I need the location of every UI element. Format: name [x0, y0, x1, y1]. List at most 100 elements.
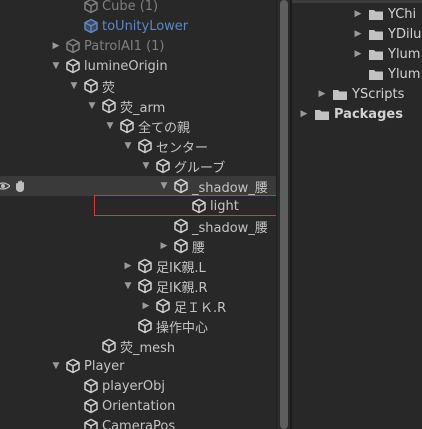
cube-icon — [83, 418, 99, 429]
foldout-collapsed-icon[interactable]: ▶ — [352, 29, 364, 39]
hierarchy-row-label: _shadow_腰 — [192, 180, 268, 196]
hierarchy-row[interactable]: light — [0, 195, 276, 216]
project-folder-label: YScripts — [352, 86, 405, 102]
project-toolbar-edge — [292, 0, 422, 3]
hierarchy-row[interactable]: ▼ グルーブ — [0, 156, 276, 176]
project-folder-row[interactable]: Ylum — [352, 64, 420, 84]
hierarchy-row-label: 操作中心 — [156, 320, 209, 336]
project-folder-row[interactable]: ▶ YChi — [352, 4, 417, 24]
hierarchy-row[interactable]: ▶ 腰 — [0, 236, 276, 256]
cube-icon — [83, 78, 99, 94]
foldout-expanded-icon[interactable]: ▼ — [122, 141, 134, 151]
hierarchy-row[interactable]: ▶ PatrolAI1 (1) — [0, 36, 276, 56]
foldout-expanded-icon[interactable]: ▼ — [104, 121, 116, 131]
foldout-expanded-icon[interactable]: ▼ — [86, 101, 98, 111]
cube-icon — [137, 318, 153, 334]
cube-icon — [101, 338, 117, 354]
prefab-cube-icon — [83, 18, 99, 34]
foldout-collapsed-icon[interactable]: ▶ — [298, 109, 310, 119]
pickable-hand-icon[interactable] — [14, 179, 26, 193]
cube-icon — [83, 0, 99, 14]
folder-icon — [368, 68, 384, 81]
project-folder-row[interactable]: ▶ Ylum — [352, 44, 421, 64]
cube-icon — [191, 198, 207, 214]
hierarchy-row-label: PatrolAI1 (1) — [84, 38, 165, 54]
foldout-collapsed-icon[interactable]: ▶ — [122, 261, 134, 271]
project-folder-label: Ylum — [388, 66, 421, 82]
cube-icon — [137, 138, 153, 154]
hierarchy-row-label: 足ＩＫ.R — [174, 300, 227, 316]
cube-icon — [83, 398, 99, 414]
hierarchy-row[interactable]: ▼ 全ての親 — [0, 116, 276, 136]
hierarchy-row[interactable]: Orientation — [0, 396, 276, 416]
hierarchy-row[interactable]: ▶ 足ＩＫ.R — [0, 296, 276, 316]
cube-icon — [119, 118, 135, 134]
cube-icon — [155, 298, 171, 314]
hierarchy-row[interactable]: ▼ Player — [0, 356, 276, 376]
cube-icon — [137, 258, 153, 274]
foldout-expanded-icon[interactable]: ▼ — [158, 181, 170, 191]
cube-icon — [101, 98, 117, 114]
project-folder-row[interactable]: ▶ Packages — [298, 104, 403, 124]
hierarchy-row-label: 全ての親 — [138, 120, 191, 136]
hierarchy-row[interactable]: ▼ _shadow_腰 — [0, 176, 276, 196]
hierarchy-row-label: グルーブ — [174, 160, 226, 176]
project-folder-label: YDilu — [388, 26, 422, 42]
cube-icon — [65, 38, 81, 54]
project-folder-row[interactable]: ▶ YDilu — [352, 24, 422, 44]
hierarchy-row-label: Orientation — [102, 398, 176, 414]
foldout-expanded-icon[interactable]: ▼ — [50, 61, 62, 71]
project-folder-row[interactable]: ▶ YScripts — [316, 84, 405, 104]
hierarchy-row-label: 足IK親.L — [156, 260, 206, 276]
visibility-eye-icon[interactable] — [0, 180, 10, 192]
foldout-expanded-icon[interactable]: ▼ — [50, 361, 62, 371]
hierarchy-row-label: 荧_arm — [120, 100, 166, 116]
foldout-expanded-icon[interactable]: ▼ — [122, 281, 134, 291]
hierarchy-row-label: CameraPos — [102, 418, 176, 429]
foldout-expanded-icon[interactable]: ▼ — [68, 81, 80, 91]
cube-icon — [173, 218, 189, 234]
hierarchy-scrollbar-thumb[interactable] — [280, 0, 288, 429]
project-folder-label: Packages — [334, 106, 403, 122]
foldout-collapsed-icon[interactable]: ▶ — [50, 41, 62, 51]
folder-icon — [368, 48, 384, 61]
hierarchy-row[interactable]: ▼ 荧 — [0, 76, 276, 96]
hierarchy-scrollbar[interactable] — [276, 0, 291, 429]
project-folder-label: Ylum — [388, 46, 421, 62]
cube-icon — [155, 158, 171, 174]
hierarchy-row[interactable]: playerObj — [0, 376, 276, 396]
hierarchy-row[interactable]: ▶ 足IK親.L — [0, 256, 276, 276]
folder-icon — [314, 108, 330, 121]
hierarchy-row[interactable]: 操作中心 — [0, 316, 276, 336]
hierarchy-row[interactable]: _shadow_腰 — [0, 216, 276, 236]
foldout-collapsed-icon[interactable]: ▶ — [352, 49, 364, 59]
cube-icon — [65, 358, 81, 374]
hierarchy-row[interactable]: Cube (1) — [0, 0, 276, 16]
cube-icon — [65, 58, 81, 74]
cube-icon — [173, 238, 189, 254]
foldout-collapsed-icon[interactable]: ▶ — [316, 89, 328, 99]
hierarchy-row-label: light — [210, 198, 239, 214]
hierarchy-row[interactable]: toUnityLower — [0, 16, 276, 36]
foldout-expanded-icon[interactable]: ▼ — [140, 161, 152, 171]
cube-icon — [137, 278, 153, 294]
foldout-collapsed-icon[interactable]: ▶ — [158, 241, 170, 251]
hierarchy-row[interactable]: 荧_mesh — [0, 336, 276, 356]
hierarchy-row[interactable]: ▼ 荧_arm — [0, 96, 276, 116]
hierarchy-panel: Cube (1) toUnityLower ▶ PatrolAI1 (1) ▼ lumin… — [0, 0, 276, 429]
folder-icon — [368, 8, 384, 21]
hierarchy-row-label: toUnityLower — [102, 18, 189, 34]
project-panel: ▶ YChi ▶ YDilu ▶ Ylum Ylum ▶ YScripts ▶ Packages — [292, 0, 422, 429]
hierarchy-row[interactable]: ▼ lumineOrigin — [0, 56, 276, 76]
hierarchy-row[interactable]: ▼ センター — [0, 136, 276, 156]
hierarchy-row-label: 荧_mesh — [120, 340, 176, 356]
foldout-collapsed-icon[interactable]: ▶ — [140, 301, 152, 311]
foldout-collapsed-icon[interactable]: ▶ — [352, 9, 364, 19]
hierarchy-row-label: センター — [156, 140, 209, 156]
hierarchy-row[interactable]: ▼ 足IK親.R — [0, 276, 276, 296]
hierarchy-row-label: 足IK親.R — [156, 280, 208, 296]
cube-icon — [173, 178, 189, 194]
hierarchy-row[interactable]: CameraPos — [0, 416, 276, 429]
hierarchy-row-label: _shadow_腰 — [192, 220, 268, 236]
folder-icon — [332, 88, 348, 101]
